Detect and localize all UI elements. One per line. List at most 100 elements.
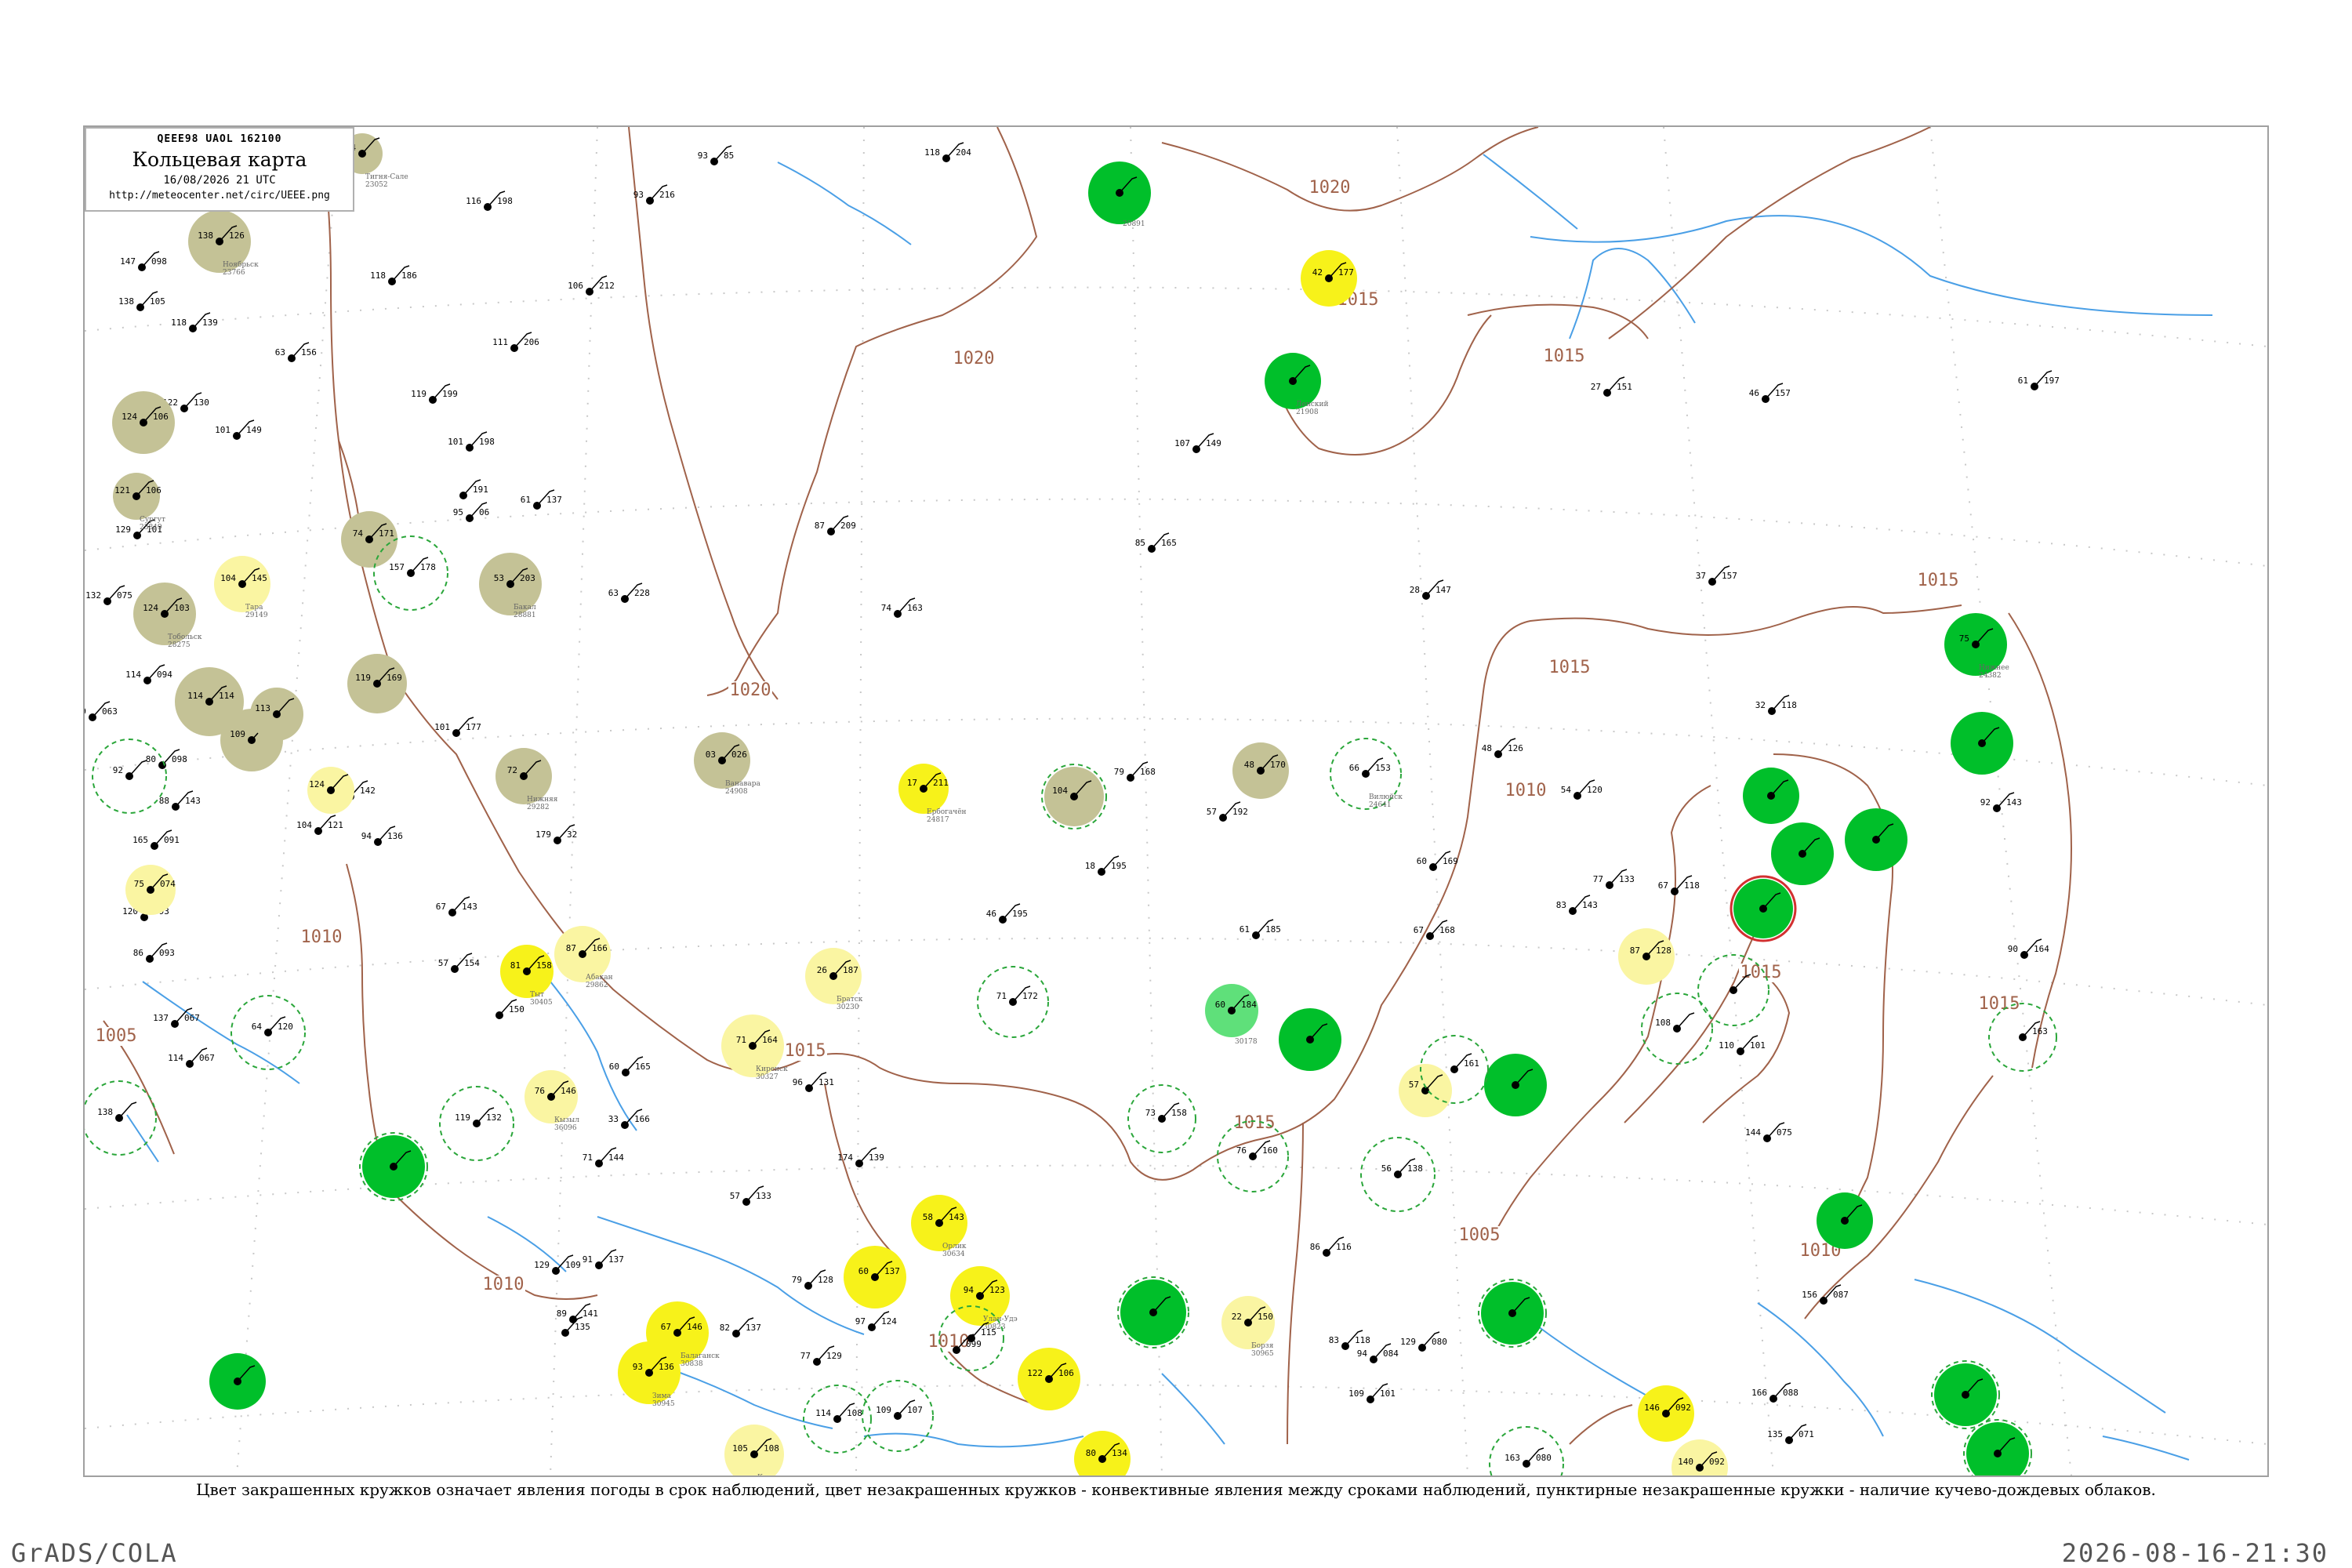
station-value: 89 (557, 1308, 567, 1319)
station-circle: 104 (1041, 764, 1107, 829)
station-name: Зима (652, 1392, 672, 1400)
station-value: 166 (1751, 1388, 1767, 1398)
station-pressure: 075 (1777, 1127, 1792, 1138)
station-pressure: 165 (1161, 538, 1177, 548)
station-pressure: 154 (464, 958, 480, 968)
station-pressure: 195 (1111, 861, 1127, 871)
station: 166 088 (1751, 1382, 1798, 1403)
station-circle: 73 158 (1127, 1084, 1196, 1153)
station-pressure: 115 (981, 1327, 996, 1338)
station-value: 61 (1240, 924, 1250, 935)
station-circle: 104 145 Тара29149 (214, 556, 270, 619)
isobar-label: 1005 (96, 1026, 137, 1046)
station: 88 143 (159, 790, 201, 811)
station-pressure: 209 (840, 521, 856, 531)
station-pressure: 129 (826, 1351, 842, 1361)
station-id: 24382 (1979, 672, 2002, 680)
station-circle: 93 136 Зима30945 (618, 1341, 681, 1408)
station-id: 29282 (527, 804, 550, 811)
footer-timestamp: 2026-08-16-21:30 (2061, 1538, 2328, 1568)
station-value: 72 (507, 765, 517, 775)
station: 54 120 (1561, 779, 1602, 800)
station: 46 195 (986, 903, 1028, 924)
station-pressure: 143 (462, 902, 477, 912)
station-value: 135 (1767, 1429, 1783, 1439)
station-name: Ленский (1296, 401, 1329, 408)
station-pressure: 101 (1750, 1040, 1766, 1051)
station-circle (1951, 712, 2013, 775)
station-circle: 71 164 Киренск30327 (721, 1014, 788, 1081)
station: 101 177 (434, 717, 481, 737)
station-value: 57 (1207, 807, 1217, 817)
station-pressure: 124 (881, 1316, 897, 1327)
station-circle: 76 146 Кызыл36096 (524, 1070, 579, 1132)
station-pressure: 146 (561, 1086, 576, 1096)
station-pressure: 199 (442, 389, 458, 399)
station-pressure: 157 (1722, 571, 1737, 581)
station-id: 28275 (168, 641, 191, 649)
station-value: 48 (1482, 743, 1492, 753)
station-value: 71 (736, 1035, 746, 1045)
station-circle: 122 106 (1018, 1348, 1080, 1410)
station-value: 109 (230, 729, 245, 739)
station-pressure: 135 (575, 1322, 590, 1332)
station-value: 90 (2008, 944, 2018, 954)
station-pressure: 074 (160, 879, 176, 889)
station-value: 124 (143, 603, 158, 613)
station-id: 23052 (365, 181, 388, 189)
station-circle: 57 (1399, 1064, 1452, 1117)
station-pressure: 06 (479, 507, 489, 517)
station-pressure: 168 (1439, 925, 1455, 935)
cumulonimbus-ring (1489, 1426, 1564, 1475)
station-pressure: 216 (659, 190, 675, 200)
station-pressure: 228 (634, 588, 650, 598)
station-pressure: 132 (486, 1112, 502, 1123)
station-value: 03 (706, 750, 716, 760)
station: 61 137 (521, 489, 562, 510)
station-pressure: 120 (278, 1022, 293, 1032)
station-value: 122 (1027, 1368, 1043, 1378)
station-value: 63 (608, 588, 619, 598)
station-value: 83 (1329, 1335, 1339, 1345)
station-value: 48 (1244, 760, 1254, 770)
station-circle: 87 128 (1618, 928, 1675, 985)
station-value: 105 (732, 1443, 748, 1454)
legend-date: 16/08/2026 21 UTC (163, 174, 276, 187)
station: 91 137 (583, 1249, 624, 1269)
station-circle: 60 184 30178 (1205, 984, 1258, 1046)
station-pressure: 161 (1464, 1058, 1479, 1069)
legend-url[interactable]: http://meteocenter.net/circ/UEEE.png (86, 190, 353, 201)
station: 63 228 (608, 583, 650, 603)
station-id: 24817 (927, 816, 949, 824)
station: 87 209 (815, 515, 856, 535)
station: 63 156 (275, 342, 317, 362)
station-pressure: 153 (1375, 763, 1391, 773)
station-circle: 87 166 Абакан29862 (554, 926, 613, 989)
station-value: 71 (583, 1152, 593, 1163)
station-pressure: 118 (1355, 1335, 1370, 1345)
station-value: 77 (1593, 874, 1603, 884)
station: 67 168 (1414, 920, 1455, 940)
station-value: 92 (1980, 797, 1991, 808)
station-value: 46 (986, 909, 996, 919)
station-value: 101 (215, 425, 230, 435)
station: 92 143 (1980, 792, 2022, 812)
map-canvas[interactable]: 1020102010201015101510151015101510151015… (85, 127, 2267, 1475)
station-value: 88 (159, 796, 169, 806)
station-pressure: 150 (509, 1004, 524, 1014)
station-circle: 20891 (1088, 162, 1151, 228)
station-circle: 81 158 Тыт30405 (500, 945, 554, 1007)
station-pressure: 143 (1582, 900, 1598, 910)
station-name: Ноябрьск (223, 260, 259, 269)
station-value: 87 (566, 943, 576, 953)
station-circle: 42 177 (1301, 250, 1357, 307)
station-pressure: 131 (818, 1077, 834, 1087)
station-value: 96 (793, 1077, 803, 1087)
isobar-label: 1015 (1544, 347, 1585, 366)
station-circle: 75 Нижнее24382 (1944, 613, 2009, 680)
station-pressure: 143 (2006, 797, 2022, 808)
map-frame[interactable]: 1020 1020 1020 1015 1015 1015 1015 1015 1015 1015… (83, 125, 2269, 1477)
station-circle (1279, 1008, 1341, 1071)
station-id: 30178 (1235, 1038, 1258, 1046)
wind-barb (1676, 1012, 1695, 1029)
